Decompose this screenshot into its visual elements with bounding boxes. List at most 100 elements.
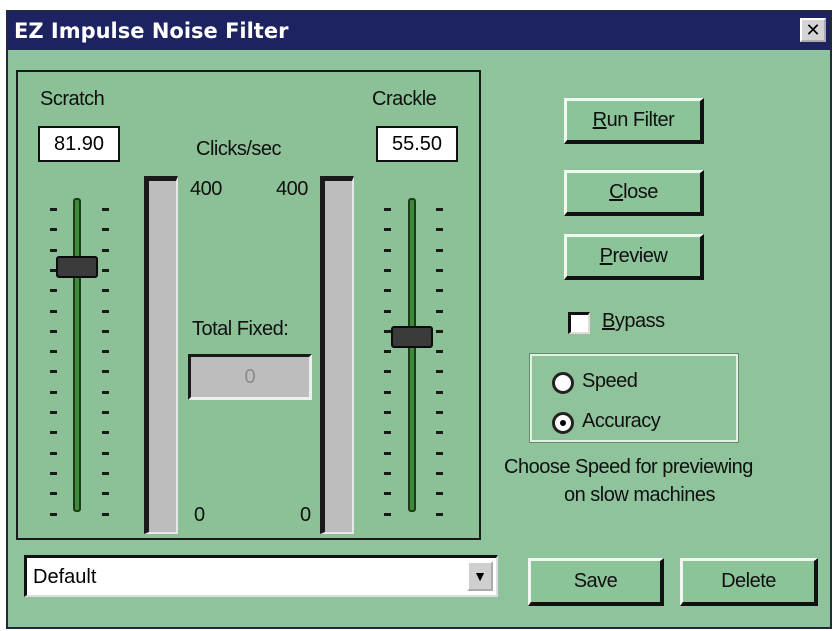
- preview-button[interactable]: Preview: [564, 234, 704, 280]
- tick-mark: [384, 350, 391, 354]
- tick-mark: [384, 248, 391, 252]
- tick-mark: [384, 309, 391, 313]
- speed-radio[interactable]: [552, 372, 574, 394]
- tick-mark: [50, 492, 57, 496]
- preset-selected-value: Default: [33, 566, 97, 588]
- tick-mark: [384, 411, 391, 414]
- bypass-checkbox[interactable]: [568, 312, 590, 334]
- tick-mark: [436, 208, 443, 211]
- run-filter-label: un Filter: [606, 109, 675, 131]
- scratch-slider-thumb[interactable]: [56, 256, 98, 279]
- tick-mark: [50, 289, 57, 293]
- tick-mark: [102, 248, 109, 252]
- tick-mark: [384, 208, 391, 211]
- tick-mark: [436, 471, 443, 475]
- tick-mark: [436, 248, 443, 252]
- tick-mark: [436, 228, 443, 232]
- tick-mark: [50, 370, 57, 374]
- scratch-clicks-meter: [144, 176, 178, 534]
- tick-mark: [436, 370, 443, 374]
- tick-mark: [50, 248, 57, 252]
- close-accel: C: [609, 181, 624, 203]
- tick-mark: [102, 451, 109, 455]
- tick-mark: [384, 492, 391, 496]
- tick-mark: [50, 512, 57, 516]
- accuracy-radio[interactable]: [552, 412, 574, 434]
- tick-mark: [436, 329, 443, 333]
- tick-mark: [102, 329, 109, 333]
- scratch-slider-track[interactable]: [73, 198, 81, 512]
- scratch-label: Scratch: [40, 88, 105, 110]
- tick-mark: [50, 431, 57, 435]
- total-fixed-label: Total Fixed:: [192, 318, 289, 340]
- crackle-slider-thumb[interactable]: [391, 326, 433, 349]
- right-meter-min-label: 0: [300, 504, 311, 526]
- accuracy-radio-dot: [560, 420, 566, 426]
- tick-mark: [50, 329, 57, 333]
- tick-mark: [384, 512, 391, 516]
- crackle-label: Crackle: [372, 88, 437, 110]
- tick-mark: [436, 451, 443, 455]
- tick-mark: [102, 268, 109, 272]
- run-filter-button[interactable]: Run Filter: [564, 98, 704, 144]
- tick-mark: [50, 309, 57, 313]
- tick-mark: [436, 390, 443, 394]
- tick-mark: [436, 431, 443, 435]
- tick-mark: [102, 289, 109, 293]
- tick-mark: [50, 208, 57, 211]
- tick-mark: [436, 350, 443, 354]
- tick-mark: [384, 451, 391, 455]
- preview-label: review: [612, 245, 668, 267]
- tick-mark: [50, 471, 57, 475]
- tick-mark: [436, 492, 443, 496]
- tick-mark: [436, 289, 443, 293]
- tick-mark: [384, 390, 391, 394]
- crackle-value-field[interactable]: 55.50: [376, 126, 458, 162]
- crackle-slider-track[interactable]: [408, 198, 416, 512]
- dialog-window: EZ Impulse Noise Filter ✕ Scratch 81.90 …: [6, 10, 832, 629]
- title-bar[interactable]: EZ Impulse Noise Filter ✕: [8, 12, 830, 50]
- chevron-down-icon[interactable]: ▼: [467, 561, 493, 591]
- tick-mark: [436, 268, 443, 272]
- right-meter-max-label: 400: [276, 178, 308, 200]
- filter-settings-panel: Scratch 81.90 Clicks/sec 400 400 Total F…: [16, 70, 481, 540]
- tick-mark: [102, 471, 109, 475]
- tick-mark: [102, 208, 109, 211]
- tick-mark: [384, 471, 391, 475]
- crackle-clicks-meter: [320, 176, 354, 534]
- left-meter-min-label: 0: [194, 504, 205, 526]
- close-icon[interactable]: ✕: [800, 18, 826, 42]
- run-filter-accel: R: [592, 109, 607, 131]
- bypass-label[interactable]: Bypass: [602, 310, 665, 333]
- speed-hint-line2: on slow machines: [564, 484, 715, 506]
- accuracy-label[interactable]: Accuracy: [582, 410, 661, 433]
- tick-mark: [436, 411, 443, 414]
- tick-mark: [50, 228, 57, 232]
- tick-mark: [384, 431, 391, 435]
- preset-select[interactable]: Default ▼: [24, 555, 498, 597]
- delete-button[interactable]: Delete: [680, 558, 818, 606]
- window-title: EZ Impulse Noise Filter: [14, 19, 289, 43]
- left-meter-max-label: 400: [190, 178, 222, 200]
- tick-mark: [384, 329, 391, 333]
- tick-mark: [384, 268, 391, 272]
- tick-mark: [102, 431, 109, 435]
- tick-mark: [102, 309, 109, 313]
- tick-mark: [102, 411, 109, 414]
- scratch-value-field[interactable]: 81.90: [38, 126, 120, 162]
- tick-mark: [436, 512, 443, 516]
- tick-mark: [50, 390, 57, 394]
- save-button[interactable]: Save: [528, 558, 664, 606]
- tick-mark: [384, 228, 391, 232]
- bypass-label-rest: ypass: [614, 310, 665, 332]
- tick-mark: [50, 411, 57, 414]
- close-button[interactable]: Close: [564, 170, 704, 216]
- tick-mark: [102, 512, 109, 516]
- tick-mark: [50, 451, 57, 455]
- tick-mark: [102, 228, 109, 232]
- tick-mark: [102, 350, 109, 354]
- speed-label[interactable]: Speed: [582, 370, 638, 393]
- close-label: lose: [623, 181, 658, 203]
- tick-mark: [384, 370, 391, 374]
- tick-mark: [102, 492, 109, 496]
